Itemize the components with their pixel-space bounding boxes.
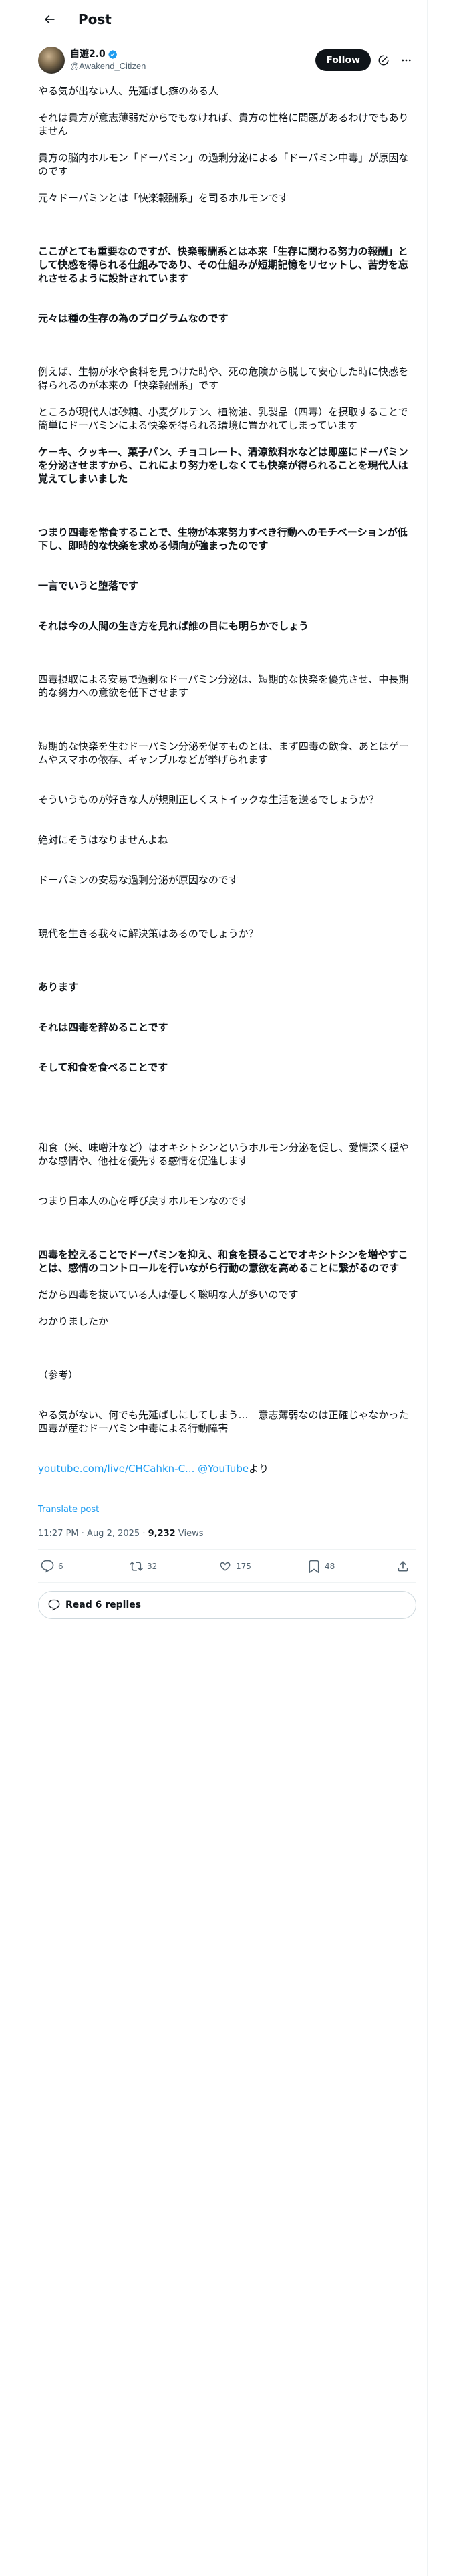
read-replies-label: Read 6 replies — [65, 1600, 142, 1610]
share-icon — [398, 1561, 408, 1572]
display-name[interactable]: 自遊2.0 — [70, 49, 106, 60]
author-names: 自遊2.0 @Awakend_Citizen — [70, 49, 146, 72]
paragraph: だから四毒を抜いている人は優しく聡明な人が多いのです — [38, 1289, 299, 1301]
text-line: （参考） — [38, 1369, 79, 1381]
paragraph: ここがとても重要なのですが、快楽報酬系とは本来「生存に関わる努力の報酬」として快… — [38, 218, 416, 352]
grok-button[interactable] — [373, 50, 394, 70]
post-timestamp[interactable]: 11:27 PM · Aug 2, 2025 · — [38, 1529, 148, 1539]
bookmark-count: 48 — [325, 1562, 335, 1571]
paragraph: 貴方の脳内ホルモン「ドーパミン」の過剰分泌による「ドーパミン中毒」が原因なのです — [38, 152, 409, 177]
reply-count: 6 — [58, 1562, 63, 1571]
verified-badge-icon — [108, 50, 117, 59]
grok-icon — [378, 55, 389, 66]
back-button[interactable] — [38, 8, 61, 31]
like-count: 175 — [236, 1562, 251, 1571]
back-arrow-icon — [44, 15, 55, 24]
paragraph: 四毒を控えることでドーパミンを抑え、和食を摂ることでオキシトシンを増やすことは、… — [38, 1249, 408, 1274]
more-icon — [402, 59, 411, 62]
text-line: つまり四毒を常食することで、生物が本来努力すべき行動へのモチベーションが低下し、… — [38, 526, 408, 552]
handle[interactable]: @Awakend_Citizen — [70, 60, 146, 72]
views-count: 9,232 — [148, 1529, 176, 1539]
repost-icon — [130, 1562, 143, 1571]
youtube-mention[interactable]: @YouTube — [198, 1463, 249, 1475]
paragraph: つまり四毒を常食することで、生物が本来努力すべき行動へのモチベーションが低下し、… — [38, 499, 416, 659]
like-icon — [220, 1562, 231, 1571]
text-line: 元々は種の生存の為のプログラムなのです — [38, 312, 229, 324]
avatar[interactable] — [38, 47, 65, 74]
text-line: あります — [38, 981, 79, 993]
page: Post 自遊2.0 @Awakend_Citizen Follow やる気が出… — [0, 0, 451, 2576]
post-column: Post 自遊2.0 @Awakend_Citizen Follow やる気が出… — [27, 0, 428, 2576]
top-bar: Post — [27, 0, 427, 39]
paragraph: 元々ドーパミンとは「快楽報酬系」を司るホルモンです — [38, 192, 289, 204]
chat-bubble-icon — [48, 1599, 60, 1611]
reply-button[interactable]: 6 — [41, 1560, 81, 1573]
text-line: それは四毒を辞めることです — [38, 1021, 168, 1033]
post-meta: 11:27 PM · Aug 2, 2025 · 9,232 Views — [27, 1517, 427, 1549]
action-bar: 6 32 175 48 — [38, 1549, 416, 1583]
bookmark-icon — [309, 1560, 319, 1573]
text-line: それは今の人間の生き方を見れば誰の目にも明らかでしょう — [38, 620, 309, 632]
read-replies-button[interactable]: Read 6 replies — [38, 1591, 416, 1619]
paragraph: あります それは四毒を辞めることです そして和食を食べることです — [38, 954, 416, 1101]
text-line: 和食（米、味噌汁など）はオキシトシンというホルモン分泌を促し、愛情深く穏やかな感… — [38, 1142, 410, 1167]
paragraph: わかりましたか — [38, 1315, 109, 1327]
more-button[interactable] — [396, 50, 416, 70]
paragraph: 現代を生きる我々に解決策はあるのでしょうか？ — [38, 928, 259, 940]
youtube-link[interactable]: youtube.com/live/CHCahkn-C... — [38, 1463, 194, 1475]
text-line: ドーパミンの安易な過剰分泌が原因なのです — [38, 874, 239, 886]
text-line: そして和食を食べることです — [38, 1061, 168, 1073]
paragraph: 四毒摂取による安易で過剰なドーパミン分泌は、短期的な快楽を優先させ、中長期的な努… — [38, 673, 409, 699]
follow-button[interactable]: Follow — [315, 49, 371, 71]
paragraph: （参考） やる気がない、何でも先延ばしにしてしまう… 意志薄弱なのは正確じゃなか… — [38, 1341, 416, 1502]
bookmark-button[interactable]: 48 — [307, 1560, 347, 1573]
translate-post-link[interactable]: Translate post — [38, 1503, 416, 1517]
paragraph: それは貴方が意志薄弱だからでもなければ、貴方の性格に問題があるわけでもありません — [38, 112, 409, 137]
text-line: やる気がない、何でも先延ばしにしてしまう… 意志薄弱なのは正確じゃなかった 四毒… — [38, 1409, 419, 1434]
paragraph: やる気が出ない人、先延ばし癖のある人 — [38, 85, 219, 97]
link-suffix: より — [249, 1463, 269, 1475]
text-line: 一言でいうと堕落です — [38, 580, 139, 592]
paragraph: ところが現代人は砂糖、小麦グルテン、植物油、乳製品（四毒）を摂取することで簡単に… — [38, 406, 408, 431]
page-title: Post — [78, 11, 112, 27]
link-line: youtube.com/live/CHCahkn-C... @YouTubeより — [38, 1462, 416, 1475]
share-button[interactable] — [396, 1560, 414, 1573]
paragraph: 和食（米、味噌汁など）はオキシトシンというホルモン分泌を促し、愛情深く穏やかな感… — [38, 1114, 416, 1235]
display-name-row: 自遊2.0 — [70, 49, 146, 60]
text-line: 短期的な快楽を生むドーパミン分泌を促すものとは、まず四毒の飲食、あとはゲームやス… — [38, 740, 409, 766]
repost-button[interactable]: 32 — [130, 1560, 170, 1573]
text-line: 絶対にそうはなりませんよね — [38, 834, 168, 846]
text-line: そういうものが好きな人が規則正しくストイックな生活を送るでしょうか？ — [38, 794, 380, 806]
text-line: つまり日本人の心を呼び戻すホルモンなのです — [38, 1195, 249, 1207]
reply-icon — [41, 1560, 54, 1573]
paragraph: 例えば、生物が水や食料を見つけた時や、死の危険から脱して安心した時に快感を得られ… — [38, 366, 409, 391]
author-row: 自遊2.0 @Awakend_Citizen Follow — [27, 39, 427, 76]
text-line: ここがとても重要なのですが、快楽報酬系とは本来「生存に関わる努力の報酬」として快… — [38, 245, 408, 284]
views-label: Views — [175, 1529, 204, 1539]
repost-count: 32 — [147, 1562, 158, 1571]
post-text: やる気が出ない人、先延ばし癖のある人 それは貴方が意志薄弱だからでもなければ、貴… — [27, 76, 427, 1517]
like-button[interactable]: 175 — [218, 1560, 259, 1573]
author-actions: Follow — [315, 49, 416, 71]
paragraph: ケーキ、クッキー、菓子パン、チョコレート、清涼飲料水などは即座にドーパミンを分泌… — [38, 446, 408, 485]
paragraph: 短期的な快楽を生むドーパミン分泌を促すものとは、まず四毒の飲食、あとはゲームやス… — [38, 713, 416, 914]
